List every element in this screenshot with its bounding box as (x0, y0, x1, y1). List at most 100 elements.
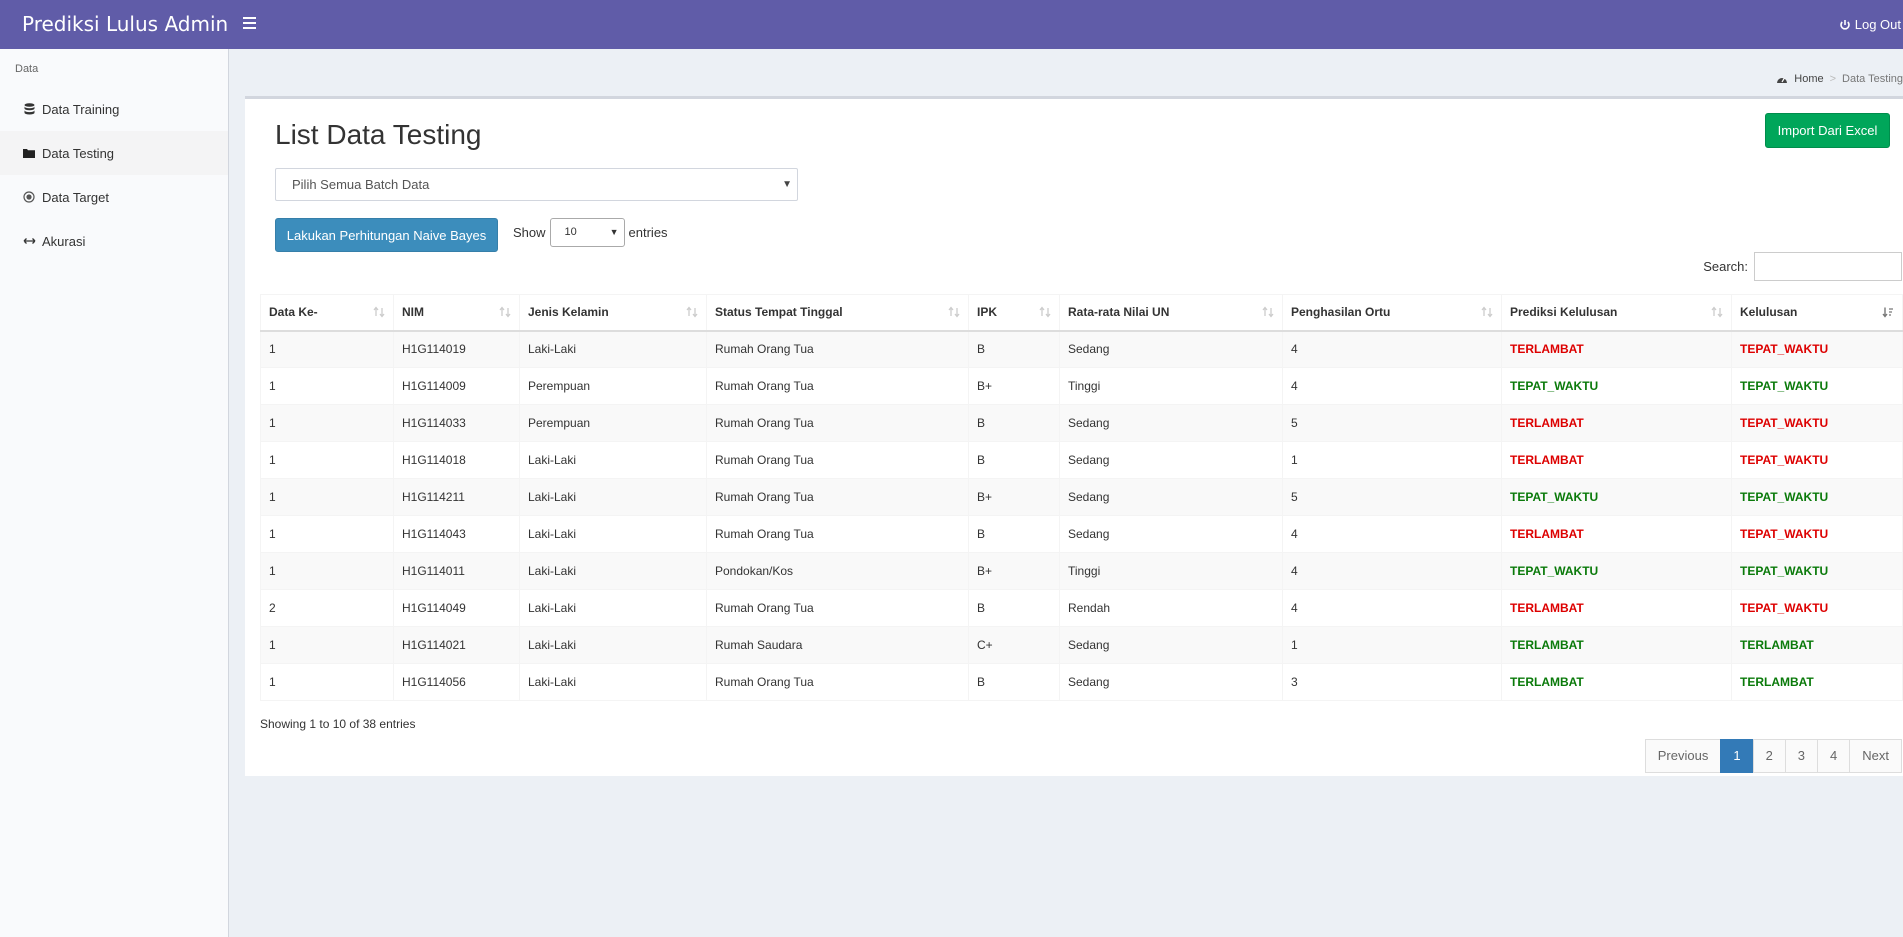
cell-nim: H1G114211 (393, 478, 520, 516)
table-row: 2 H1G114049 Laki-Laki Rumah Orang Tua B Renda… (260, 589, 1903, 627)
sidebar-item-data-testing[interactable]: Data Testing (0, 131, 228, 175)
menu-toggle-icon[interactable] (243, 17, 256, 29)
cell-kelulusan: TEPAT_WAKTU (1731, 404, 1903, 442)
sort-icon (686, 306, 698, 318)
column-header-label: Penghasilan Ortu (1291, 305, 1391, 320)
sort-icon (373, 306, 385, 318)
column-header[interactable]: Jenis Kelamin (519, 294, 707, 332)
cell-prediksi-kelulusan: TERLAMBAT (1501, 404, 1732, 442)
column-header[interactable]: Rata-rata Nilai UN (1059, 294, 1283, 332)
cell-prediksi-kelulusan: TEPAT_WAKTU (1501, 552, 1732, 590)
pagination: Previous 1 2 3 4 Next (1644, 739, 1902, 773)
cell-penghasilan-ortu: 5 (1282, 478, 1502, 516)
cell-ipk: B (968, 330, 1060, 368)
table-row: 1 H1G114033 Perempuan Rumah Orang Tua B Sedan… (260, 404, 1903, 442)
naive-bayes-calc-button[interactable]: Lakukan Perhitungan Naive Bayes (275, 218, 498, 252)
cell-nilai-un: Sedang (1059, 330, 1283, 368)
cell-prediksi-kelulusan: TERLAMBAT (1501, 330, 1732, 368)
page-title: List Data Testing (275, 119, 482, 150)
sidebar-item-akurasi[interactable]: Akurasi (0, 219, 228, 263)
pagination-page[interactable]: 3 (1784, 739, 1819, 773)
cell-jenis-kelamin: Laki-Laki (519, 441, 707, 479)
cell-jenis-kelamin: Laki-Laki (519, 330, 707, 368)
cell-nilai-un: Sedang (1059, 515, 1283, 553)
cell-nilai-un: Sedang (1059, 404, 1283, 442)
column-header[interactable]: Prediksi Kelulusan (1501, 294, 1732, 332)
cell-data-ke: 1 (260, 404, 394, 442)
sort-icon (1262, 306, 1274, 318)
cell-status-tempat-tinggal: Rumah Orang Tua (706, 441, 969, 479)
sort-icon (1711, 306, 1723, 318)
cell-nilai-un: Tinggi (1059, 552, 1283, 590)
cell-status-tempat-tinggal: Rumah Orang Tua (706, 589, 969, 627)
column-header-label: Rata-rata Nilai UN (1068, 305, 1170, 320)
cell-jenis-kelamin: Laki-Laki (519, 515, 707, 553)
power-icon (1839, 19, 1850, 30)
cell-nilai-un: Tinggi (1059, 367, 1283, 405)
column-header[interactable]: Data Ke- (260, 294, 394, 332)
entries-select[interactable]: 10 ▼ (549, 218, 625, 247)
cell-nim: H1G114011 (393, 552, 520, 590)
breadcrumb: Home > Data Testing (1776, 73, 1903, 85)
cell-prediksi-kelulusan: TEPAT_WAKTU (1501, 367, 1732, 405)
cell-data-ke: 1 (260, 367, 394, 405)
top-navbar: Prediksi Lulus Admin Log Out (0, 0, 1903, 49)
table-row: 1 H1G114018 Laki-Laki Rumah Orang Tua B Sedan… (260, 441, 1903, 479)
column-header[interactable]: NIM (393, 294, 520, 332)
batch-select[interactable]: Pilih Semua Batch Data ▼ (275, 168, 798, 201)
sidebar-item-label: Data Testing (42, 145, 115, 161)
logout-label: Log Out (1854, 17, 1901, 32)
cell-status-tempat-tinggal: Rumah Orang Tua (706, 367, 969, 405)
cell-nim: H1G114018 (393, 441, 520, 479)
cell-penghasilan-ortu: 4 (1282, 367, 1502, 405)
cell-nim: H1G114009 (393, 367, 520, 405)
import-excel-button[interactable]: Import Dari Excel (1765, 113, 1890, 148)
pagination-page[interactable]: 2 (1752, 739, 1786, 773)
cell-ipk: B (968, 589, 1060, 627)
search-input[interactable] (1754, 252, 1902, 281)
cell-kelulusan: TEPAT_WAKTU (1731, 478, 1903, 516)
cell-nim: H1G114043 (393, 515, 520, 553)
entries-length-control: Show 10 ▼ entries (513, 218, 668, 247)
column-header-label: NIM (402, 305, 424, 320)
cell-kelulusan: TERLAMBAT (1731, 663, 1903, 701)
cell-kelulusan: TEPAT_WAKTU (1731, 589, 1903, 627)
cell-status-tempat-tinggal: Rumah Orang Tua (706, 478, 969, 516)
cell-prediksi-kelulusan: TEPAT_WAKTU (1501, 478, 1732, 516)
sidebar-item-data-target[interactable]: Data Target (0, 175, 228, 219)
cell-penghasilan-ortu: 1 (1282, 626, 1502, 664)
table-search: Search: (1703, 252, 1902, 281)
table-row: 1 H1G114011 Laki-Laki Pondokan/Kos B+ Tinggi 4… (260, 552, 1903, 590)
column-header[interactable]: Status Tempat Tinggal (706, 294, 969, 332)
sidebar-item-data-training[interactable]: Data Training (0, 87, 228, 131)
breadcrumb-current: Data Testing (1842, 73, 1903, 85)
cell-data-ke: 1 (260, 626, 394, 664)
cell-status-tempat-tinggal: Rumah Orang Tua (706, 663, 969, 701)
column-header[interactable]: Kelulusan (1731, 294, 1903, 332)
cell-nim: H1G114033 (393, 404, 520, 442)
cell-prediksi-kelulusan: TERLAMBAT (1501, 663, 1732, 701)
cell-status-tempat-tinggal: Rumah Orang Tua (706, 404, 969, 442)
column-header[interactable]: IPK (968, 294, 1060, 332)
cell-status-tempat-tinggal: Pondokan/Kos (706, 552, 969, 590)
logout-button[interactable]: Log Out (1839, 0, 1903, 49)
sort-icon (948, 306, 960, 318)
cell-ipk: B (968, 663, 1060, 701)
table-body: 1 H1G114019 Laki-Laki Rumah Orang Tua B Sedan… (260, 330, 1903, 701)
cell-jenis-kelamin: Laki-Laki (519, 478, 707, 516)
pagination-next[interactable]: Next (1849, 739, 1902, 773)
pagination-previous[interactable]: Previous (1644, 739, 1722, 773)
column-header-label: Data Ke- (269, 305, 318, 320)
cell-penghasilan-ortu: 4 (1282, 330, 1502, 368)
column-header[interactable]: Penghasilan Ortu (1282, 294, 1502, 332)
pagination-page[interactable]: 4 (1817, 739, 1851, 773)
pagination-page[interactable]: 1 (1720, 739, 1754, 773)
cell-prediksi-kelulusan: TERLAMBAT (1501, 589, 1732, 627)
entries-label: entries (628, 225, 668, 240)
column-header-label: Status Tempat Tinggal (715, 305, 843, 320)
database-icon (22, 102, 36, 116)
app-brand[interactable]: Prediksi Lulus Admin (22, 0, 228, 49)
cell-ipk: C+ (968, 626, 1060, 664)
cell-nilai-un: Sedang (1059, 441, 1283, 479)
breadcrumb-home-link[interactable]: Home (1794, 73, 1823, 85)
